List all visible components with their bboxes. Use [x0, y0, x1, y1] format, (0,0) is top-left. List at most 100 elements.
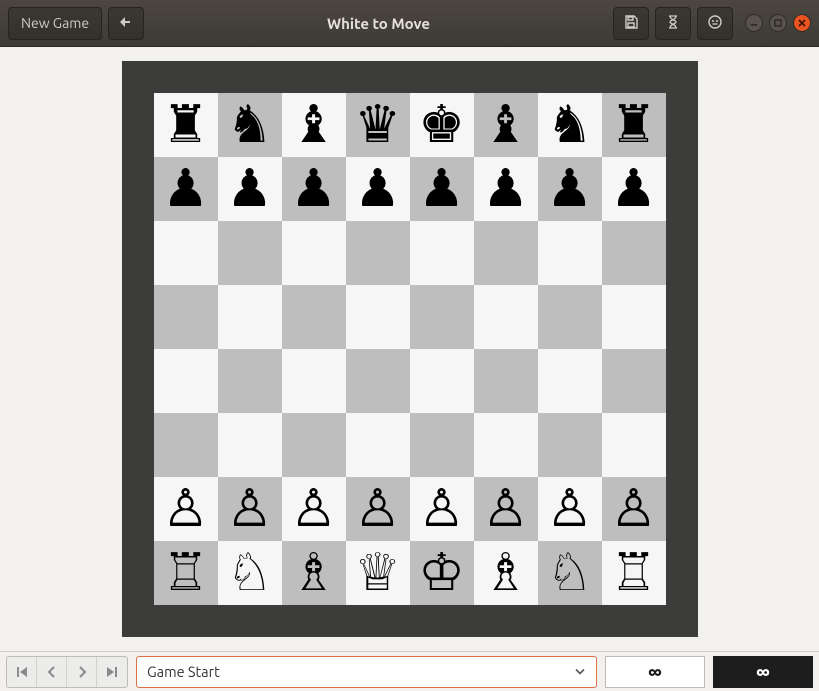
square-c6[interactable]	[282, 221, 346, 285]
piece-br[interactable]: ♜	[610, 99, 657, 151]
maximize-button[interactable]	[769, 14, 787, 32]
square-h1[interactable]: ♖	[602, 541, 666, 605]
square-a3[interactable]	[154, 413, 218, 477]
square-h3[interactable]	[602, 413, 666, 477]
square-g3[interactable]	[538, 413, 602, 477]
piece-bp[interactable]: ♟	[290, 163, 337, 215]
square-c5[interactable]	[282, 285, 346, 349]
square-f2[interactable]: ♙	[474, 477, 538, 541]
piece-bn[interactable]: ♞	[226, 99, 273, 151]
square-c1[interactable]: ♗	[282, 541, 346, 605]
square-d7[interactable]: ♟	[346, 157, 410, 221]
nav-last-button[interactable]	[97, 657, 127, 687]
nav-first-button[interactable]	[7, 657, 37, 687]
square-a7[interactable]: ♟	[154, 157, 218, 221]
square-f7[interactable]: ♟	[474, 157, 538, 221]
save-button[interactable]	[613, 7, 649, 40]
square-g1[interactable]: ♘	[538, 541, 602, 605]
square-h4[interactable]	[602, 349, 666, 413]
square-g8[interactable]: ♞	[538, 93, 602, 157]
piece-wp[interactable]: ♙	[290, 483, 337, 535]
resign-button[interactable]	[655, 7, 691, 40]
piece-bq[interactable]: ♛	[354, 99, 401, 151]
square-b5[interactable]	[218, 285, 282, 349]
piece-wp[interactable]: ♙	[546, 483, 593, 535]
square-g2[interactable]: ♙	[538, 477, 602, 541]
square-c8[interactable]: ♝	[282, 93, 346, 157]
piece-wr[interactable]: ♖	[610, 547, 657, 599]
square-e1[interactable]: ♔	[410, 541, 474, 605]
square-g7[interactable]: ♟	[538, 157, 602, 221]
square-e4[interactable]	[410, 349, 474, 413]
minimize-button[interactable]	[745, 14, 763, 32]
piece-br[interactable]: ♜	[162, 99, 209, 151]
square-d5[interactable]	[346, 285, 410, 349]
square-d2[interactable]: ♙	[346, 477, 410, 541]
square-a4[interactable]	[154, 349, 218, 413]
square-h5[interactable]	[602, 285, 666, 349]
square-f6[interactable]	[474, 221, 538, 285]
piece-bk[interactable]: ♚	[418, 99, 465, 151]
new-game-button[interactable]: New Game	[8, 7, 102, 40]
square-e8[interactable]: ♚	[410, 93, 474, 157]
chess-board[interactable]: ♜♞♝♛♚♝♞♜♟♟♟♟♟♟♟♟♙♙♙♙♙♙♙♙♖♘♗♕♔♗♘♖	[154, 93, 666, 605]
square-f3[interactable]	[474, 413, 538, 477]
square-f4[interactable]	[474, 349, 538, 413]
square-c7[interactable]: ♟	[282, 157, 346, 221]
square-g6[interactable]	[538, 221, 602, 285]
piece-bb[interactable]: ♝	[482, 99, 529, 151]
square-g4[interactable]	[538, 349, 602, 413]
square-b4[interactable]	[218, 349, 282, 413]
square-d3[interactable]	[346, 413, 410, 477]
piece-bp[interactable]: ♟	[546, 163, 593, 215]
piece-wn[interactable]: ♘	[546, 547, 593, 599]
square-e6[interactable]	[410, 221, 474, 285]
nav-prev-button[interactable]	[37, 657, 67, 687]
piece-wk[interactable]: ♔	[418, 547, 465, 599]
piece-bp[interactable]: ♟	[418, 163, 465, 215]
square-c4[interactable]	[282, 349, 346, 413]
piece-bp[interactable]: ♟	[482, 163, 529, 215]
piece-bn[interactable]: ♞	[546, 99, 593, 151]
square-a8[interactable]: ♜	[154, 93, 218, 157]
square-d8[interactable]: ♛	[346, 93, 410, 157]
piece-wb[interactable]: ♗	[290, 547, 337, 599]
piece-bp[interactable]: ♟	[226, 163, 273, 215]
square-f8[interactable]: ♝	[474, 93, 538, 157]
piece-wr[interactable]: ♖	[162, 547, 209, 599]
square-e5[interactable]	[410, 285, 474, 349]
square-h7[interactable]: ♟	[602, 157, 666, 221]
square-a6[interactable]	[154, 221, 218, 285]
piece-wp[interactable]: ♙	[482, 483, 529, 535]
piece-wp[interactable]: ♙	[226, 483, 273, 535]
square-c3[interactable]	[282, 413, 346, 477]
piece-wp[interactable]: ♙	[610, 483, 657, 535]
close-button[interactable]	[793, 14, 811, 32]
square-d4[interactable]	[346, 349, 410, 413]
piece-bp[interactable]: ♟	[610, 163, 657, 215]
emoji-button[interactable]	[697, 7, 733, 40]
square-a1[interactable]: ♖	[154, 541, 218, 605]
piece-wb[interactable]: ♗	[482, 547, 529, 599]
piece-bp[interactable]: ♟	[162, 163, 209, 215]
square-h8[interactable]: ♜	[602, 93, 666, 157]
piece-bb[interactable]: ♝	[290, 99, 337, 151]
piece-wn[interactable]: ♘	[226, 547, 273, 599]
square-c2[interactable]: ♙	[282, 477, 346, 541]
piece-wp[interactable]: ♙	[354, 483, 401, 535]
square-h2[interactable]: ♙	[602, 477, 666, 541]
square-d6[interactable]	[346, 221, 410, 285]
square-b7[interactable]: ♟	[218, 157, 282, 221]
piece-wp[interactable]: ♙	[418, 483, 465, 535]
square-b6[interactable]	[218, 221, 282, 285]
square-b8[interactable]: ♞	[218, 93, 282, 157]
square-d1[interactable]: ♕	[346, 541, 410, 605]
square-h6[interactable]	[602, 221, 666, 285]
piece-bp[interactable]: ♟	[354, 163, 401, 215]
square-b2[interactable]: ♙	[218, 477, 282, 541]
move-selector[interactable]: Game Start	[136, 656, 597, 688]
piece-wq[interactable]: ♕	[354, 547, 401, 599]
square-e3[interactable]	[410, 413, 474, 477]
undo-button[interactable]	[108, 7, 144, 40]
square-g5[interactable]	[538, 285, 602, 349]
